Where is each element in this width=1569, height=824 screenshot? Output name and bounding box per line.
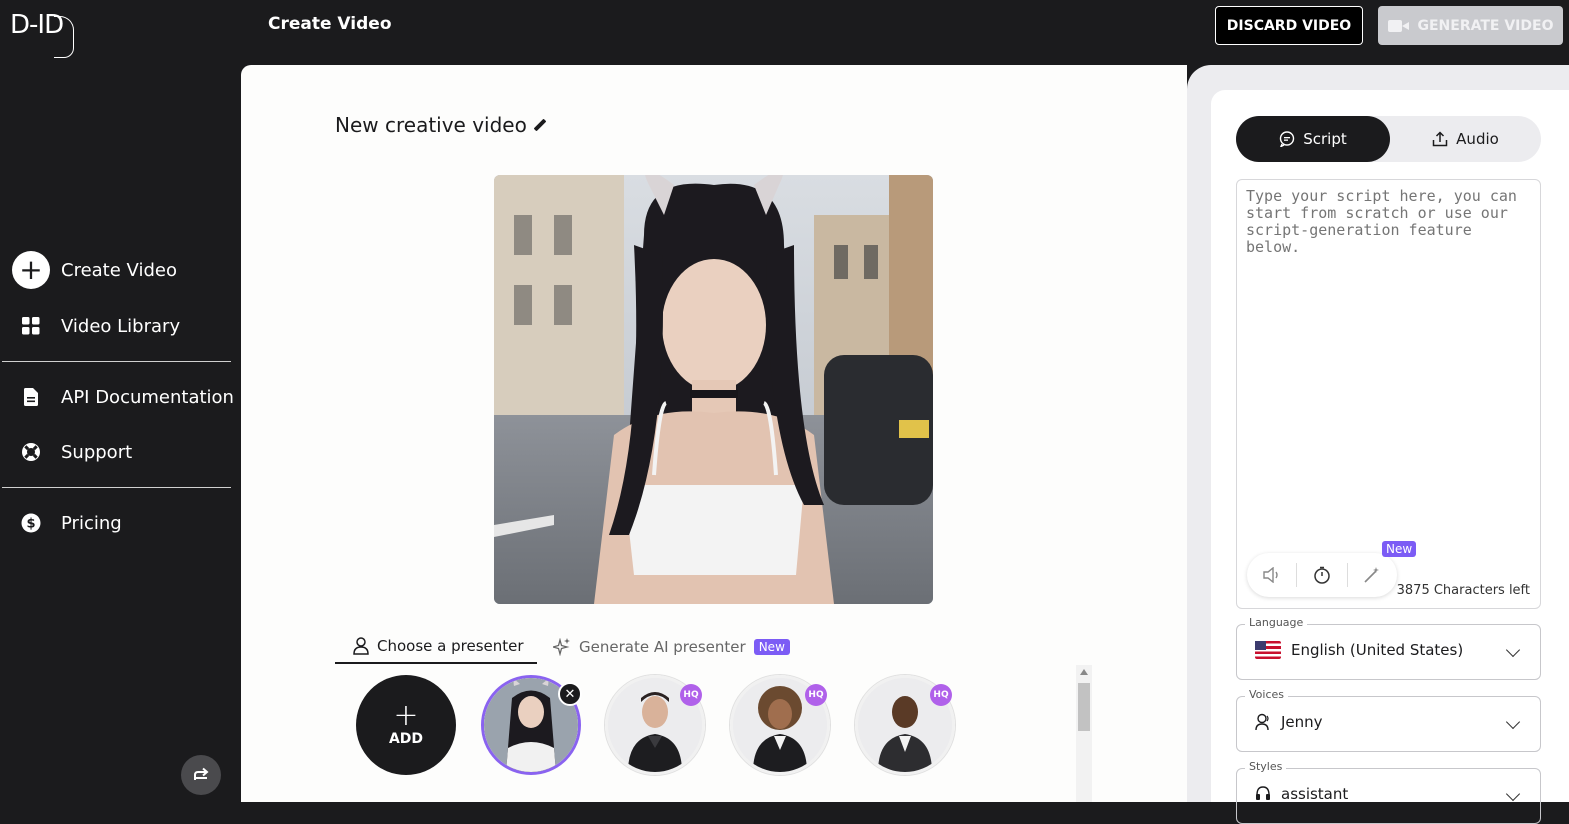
script-editor: New 3875 Characters left <box>1236 179 1541 609</box>
logo-face-icon <box>54 16 74 58</box>
presenter-preview <box>494 175 933 604</box>
presenter-avatar-selected[interactable]: ✕ <box>481 675 582 775</box>
tab-label: Choose a presenter <box>377 637 524 655</box>
sidebar-item-api-documentation[interactable]: API Documentation <box>12 378 234 416</box>
grid-icon <box>12 307 50 345</box>
person-icon <box>353 637 369 655</box>
discard-video-button[interactable]: DISCARD VIDEO <box>1215 6 1363 45</box>
chevron-down-icon <box>1505 714 1521 730</box>
tab-script[interactable]: Script <box>1236 116 1390 162</box>
field-label: Voices <box>1245 688 1289 701</box>
voice-value: Jenny <box>1281 713 1323 731</box>
headset-icon <box>1256 786 1270 800</box>
characters-left: 3875 Characters left <box>1396 583 1530 598</box>
page-title: Create Video <box>268 14 392 34</box>
sidebar-item-label: Support <box>61 441 133 463</box>
new-badge: New <box>753 639 790 655</box>
lifebuoy-icon <box>12 433 50 471</box>
scroll-up-icon[interactable] <box>1080 669 1088 675</box>
language-value: English (United States) <box>1291 641 1464 659</box>
script-card: Script Audio New <box>1211 90 1569 824</box>
us-flag-icon <box>1255 641 1281 659</box>
pencil-icon[interactable] <box>533 118 547 132</box>
remove-presenter-close-icon[interactable]: ✕ <box>558 682 582 706</box>
video-name[interactable]: New creative video <box>335 113 547 137</box>
sidebar-item-support[interactable]: Support <box>12 433 132 471</box>
speaker-icon[interactable] <box>1259 562 1285 588</box>
styles-select[interactable]: Styles assistant <box>1236 760 1541 824</box>
tab-label: Generate AI presenter <box>579 638 746 656</box>
voice-person-icon <box>1255 713 1269 731</box>
tab-label: Audio <box>1456 130 1499 148</box>
hq-badge: HQ <box>805 684 827 706</box>
style-value: assistant <box>1281 785 1349 803</box>
tool-divider <box>1346 563 1348 587</box>
video-camera-icon <box>1387 18 1410 34</box>
right-panel: Script Audio New <box>1187 65 1569 824</box>
sidebar-item-create-video[interactable]: + Create Video <box>12 251 177 289</box>
sidebar-item-label: API Documentation <box>61 386 234 408</box>
presenter-tabs: Choose a presenter Generate AI presenter… <box>335 630 1095 664</box>
generate-video-button[interactable]: GENERATE VIDEO <box>1378 6 1563 45</box>
script-tools: New <box>1247 541 1417 597</box>
tab-generate-ai-presenter[interactable]: Generate AI presenter New <box>553 630 790 664</box>
scrollbar-thumb[interactable] <box>1078 683 1090 731</box>
add-label: ADD <box>388 731 424 747</box>
collapse-sidebar-button[interactable] <box>181 755 221 795</box>
add-presenter-button[interactable]: + ADD <box>356 675 456 775</box>
plus-icon: + <box>12 251 50 289</box>
sidebar-item-label: Create Video <box>61 259 177 281</box>
chevron-down-icon <box>1505 786 1521 802</box>
hq-badge: HQ <box>680 684 702 706</box>
voices-select[interactable]: Voices Jenny <box>1236 688 1541 752</box>
document-icon <box>12 378 50 416</box>
timer-icon[interactable] <box>1309 562 1335 588</box>
sidebar-divider <box>2 487 231 488</box>
tab-label: Script <box>1303 130 1347 148</box>
chevron-down-icon <box>1505 642 1521 658</box>
field-label: Styles <box>1245 760 1287 773</box>
plus-icon: + <box>393 698 419 733</box>
sidebar-divider <box>2 361 231 362</box>
tab-choose-presenter[interactable]: Choose a presenter <box>335 630 537 664</box>
top-bar: D-ID Create Video DISCARD VIDEO GENERATE… <box>0 0 1569 65</box>
presenter-avatar[interactable]: HQ <box>855 675 955 775</box>
hq-badge: HQ <box>930 684 952 706</box>
sidebar-item-label: Video Library <box>61 315 181 337</box>
chat-bubble-icon <box>1280 131 1295 147</box>
script-textarea[interactable] <box>1246 188 1531 528</box>
redo-arrow-icon <box>194 767 209 780</box>
presenter-scrollbar[interactable] <box>1076 665 1092 802</box>
svg-text:$: $ <box>26 517 35 532</box>
sidebar-item-label: Pricing <box>61 512 122 534</box>
tab-audio[interactable]: Audio <box>1390 116 1541 162</box>
presenter-preview-image <box>494 175 933 604</box>
presenter-avatar[interactable]: HQ <box>730 675 830 775</box>
tool-divider <box>1296 563 1298 587</box>
dollar-icon: $ <box>12 504 50 542</box>
language-select[interactable]: Language English (United States) <box>1236 616 1541 680</box>
script-audio-toggle: Script Audio <box>1236 116 1541 162</box>
sidebar-item-pricing[interactable]: $ Pricing <box>12 504 122 542</box>
did-logo[interactable]: D-ID <box>10 10 74 58</box>
presenter-avatar[interactable]: HQ <box>605 675 705 775</box>
field-label: Language <box>1245 616 1308 629</box>
video-name-text: New creative video <box>335 113 527 137</box>
magic-wand-icon[interactable] <box>1359 562 1385 588</box>
main-content: New creative video Choose a presenter Ge… <box>241 65 1187 802</box>
upload-icon <box>1432 131 1448 147</box>
sidebar: + Create Video Video Library API Documen… <box>0 65 240 802</box>
new-badge: New <box>1382 541 1417 557</box>
sparkle-icon <box>553 638 570 656</box>
generate-video-label: GENERATE VIDEO <box>1417 17 1554 34</box>
sidebar-item-video-library[interactable]: Video Library <box>12 307 180 345</box>
presenter-grid: + ADD ✕ HQ HQ HQ <box>335 665 1075 802</box>
